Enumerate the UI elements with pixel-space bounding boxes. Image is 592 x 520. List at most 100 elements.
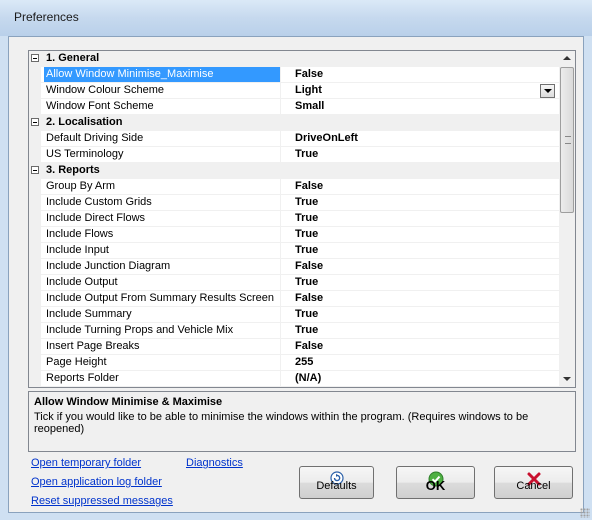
row-gutter [29,99,41,115]
collapse-icon[interactable] [31,118,39,126]
property-row[interactable]: Window Font Scheme Small [29,99,559,115]
property-name[interactable]: US Terminology [44,147,281,162]
row-gutter [29,243,41,259]
cancel-button[interactable]: Cancel [494,466,573,499]
property-row[interactable]: US Terminology True [29,147,559,163]
property-name[interactable]: Include Output From Summary Results Scre… [44,291,281,306]
open-log-folder-link[interactable]: Open application log folder [31,476,162,488]
row-gutter [29,291,41,307]
row-gutter [29,275,41,291]
property-grid[interactable]: 1. General Allow Window Minimise_Maximis… [28,50,576,388]
property-row[interactable]: Include Input True [29,243,559,259]
property-value[interactable]: False [295,339,323,354]
category-label: 1. General [46,52,100,64]
property-name[interactable]: Include Junction Diagram [44,259,281,274]
scrollbar-thumb[interactable] [560,67,574,213]
property-row[interactable]: Group By Arm False [29,179,559,195]
collapse-icon[interactable] [31,166,39,174]
ok-label: OK [425,478,446,493]
property-row[interactable]: Page Height 255 [29,355,559,371]
collapse-icon[interactable] [31,54,39,62]
property-row[interactable]: Allow Window Minimise_Maximise False [29,67,559,98]
vertical-scrollbar[interactable] [559,51,575,387]
property-row[interactable]: Include Flows True [29,227,559,243]
property-name[interactable]: Include Output [44,275,281,290]
property-name[interactable]: Window Font Scheme [44,99,281,114]
property-value[interactable]: True [295,323,318,338]
category-general[interactable]: 1. General [29,51,559,67]
cancel-label: Cancel [516,480,551,492]
property-value[interactable]: False [295,291,323,306]
property-name[interactable]: Include Turning Props and Vehicle Mix [44,323,281,338]
property-value[interactable]: False [295,259,323,274]
property-value[interactable]: True [295,147,318,162]
property-name[interactable]: Insert Page Breaks [44,339,281,354]
row-gutter [29,179,41,195]
property-row[interactable]: Include Custom Grids True [29,195,559,211]
property-name[interactable]: Include Direct Flows [44,211,281,226]
property-name[interactable]: Page Height [44,355,281,370]
property-name[interactable]: Include Input [44,243,281,258]
property-value[interactable]: True [295,307,318,322]
property-name[interactable]: Reports Folder [44,371,281,386]
row-gutter [29,371,41,387]
description-title: Allow Window Minimise & Maximise [34,396,223,408]
property-value[interactable]: True [295,243,318,258]
diagnostics-link[interactable]: Diagnostics [186,457,243,469]
property-name[interactable]: Include Summary [44,307,281,322]
property-value[interactable]: True [295,211,318,226]
row-gutter [29,195,41,211]
property-value[interactable]: True [295,227,318,242]
row-gutter [29,131,41,147]
resize-grip-icon[interactable] [580,508,590,518]
scroll-up-arrow-icon[interactable] [563,56,571,60]
property-value[interactable]: Light [295,83,322,98]
row-gutter [29,339,41,355]
property-row[interactable]: Include Direct Flows True [29,211,559,227]
property-name[interactable]: Default Driving Side [44,131,281,146]
defaults-label: Defaults [316,480,357,492]
property-name[interactable]: Group By Arm [44,179,281,194]
property-value[interactable]: 255 [295,355,313,370]
category-label: 3. Reports [46,164,100,176]
description-panel: Allow Window Minimise & Maximise Tick if… [28,391,576,452]
property-row[interactable]: Include Output From Summary Results Scre… [29,291,559,307]
property-row[interactable]: Include Output True [29,275,559,291]
property-row[interactable]: Reports Folder (N/A) [29,371,559,387]
property-value[interactable]: DriveOnLeft [295,131,358,146]
property-name[interactable]: Allow Window Minimise_Maximise [44,67,281,82]
property-value[interactable]: False [295,179,323,194]
title-bar: Preferences [0,0,592,36]
property-value[interactable]: (N/A) [295,371,321,386]
row-gutter [29,259,41,275]
property-row[interactable]: Default Driving Side DriveOnLeft [29,131,559,147]
scroll-down-arrow-icon[interactable] [563,377,571,381]
property-row[interactable]: Insert Page Breaks False [29,339,559,355]
row-gutter [29,323,41,339]
category-reports[interactable]: 3. Reports [29,163,559,179]
property-value[interactable]: True [295,195,318,210]
property-row[interactable]: Include Junction Diagram False [29,259,559,275]
row-gutter [29,227,41,243]
property-name[interactable]: Include Custom Grids [44,195,281,210]
property-name[interactable]: Window Colour Scheme [44,83,281,98]
open-temporary-folder-link[interactable]: Open temporary folder [31,457,141,469]
description-text: Tick if you would like to be able to min… [34,411,529,435]
property-value[interactable]: True [295,275,318,290]
reset-suppressed-messages-link[interactable]: Reset suppressed messages [31,495,173,507]
property-value[interactable]: Small [295,99,324,114]
ok-button[interactable]: OK [396,466,475,499]
row-gutter [29,67,41,83]
row-gutter [29,307,41,323]
row-gutter [29,147,41,163]
thumb-grip-icon [565,136,571,144]
row-gutter [29,83,41,99]
category-localisation[interactable]: 2. Localisation [29,115,559,131]
category-label: 2. Localisation [46,116,123,128]
property-row[interactable]: Include Summary True [29,307,559,323]
property-row[interactable]: Include Turning Props and Vehicle Mix Tr… [29,323,559,339]
property-name[interactable]: Include Flows [44,227,281,242]
defaults-button[interactable]: Defaults [299,466,374,499]
property-value[interactable]: False [295,67,323,82]
property-row[interactable]: Window Colour Scheme Light [29,83,559,99]
